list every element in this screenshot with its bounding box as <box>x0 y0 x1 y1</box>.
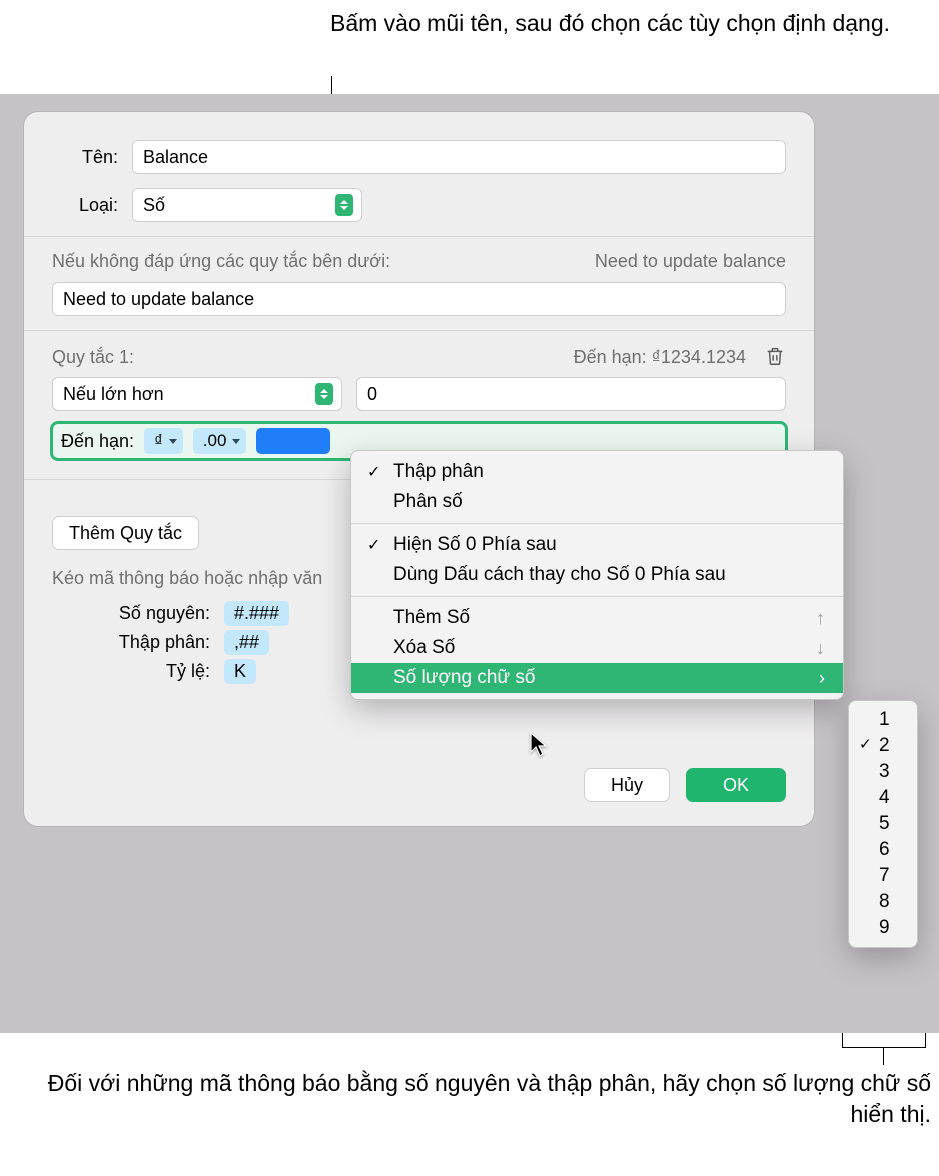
digit-count-submenu: 123456789 <box>848 700 918 948</box>
name-label: Tên: <box>52 147 132 168</box>
currency-token[interactable]: ₫ <box>144 428 183 454</box>
callout-bracket <box>842 1033 924 1061</box>
cursor-icon <box>530 732 550 758</box>
condition-select-value: Nếu lớn hơn <box>63 384 164 405</box>
selected-token[interactable] <box>256 428 330 454</box>
chevron-right-icon: › <box>819 668 825 689</box>
trash-icon[interactable] <box>764 345 786 369</box>
submenu-item-1[interactable]: 1 <box>849 707 917 733</box>
chevron-down-icon <box>232 439 240 444</box>
integer-token[interactable]: #.### <box>224 601 289 626</box>
currency-token-value: ₫ <box>154 431 163 451</box>
type-label: Loại: <box>52 195 132 216</box>
menu-item-remove-digit[interactable]: Xóa Số ↓ <box>351 633 843 663</box>
ok-button[interactable]: OK <box>686 768 786 802</box>
menu-item-add-digit[interactable]: Thêm Số ↑ <box>351 603 843 633</box>
rule-title: Quy tắc 1: <box>52 347 134 368</box>
menu-separator <box>351 523 843 524</box>
type-select-value: Số <box>143 195 165 216</box>
submenu-item-6[interactable]: 6 <box>849 837 917 863</box>
type-select[interactable]: Số <box>132 188 362 222</box>
fallback-preview: Need to update balance <box>595 251 786 272</box>
fallback-label: Nếu không đáp ứng các quy tắc bên dưới: <box>52 251 390 272</box>
decimals-token-value: .00 <box>203 431 227 451</box>
menu-item-decimal[interactable]: Thập phân <box>351 457 843 487</box>
submenu-item-5[interactable]: 5 <box>849 811 917 837</box>
submenu-item-7[interactable]: 7 <box>849 863 917 889</box>
fallback-field[interactable]: Need to update balance <box>52 282 786 316</box>
divider <box>24 330 814 331</box>
cancel-button[interactable]: Hủy <box>584 768 670 802</box>
condition-value-field[interactable]: 0 <box>356 377 786 411</box>
add-rule-button[interactable]: Thêm Quy tắc <box>52 516 199 550</box>
callout-top: Bấm vào mũi tên, sau đó chọn các tùy chọ… <box>330 8 890 39</box>
scale-token-label: Tỷ lệ: <box>24 661 224 682</box>
format-popup-menu: Thập phân Phân số Hiện Số 0 Phía sau Dùn… <box>350 450 844 700</box>
divider <box>24 236 814 237</box>
output-label: Đến hạn: <box>61 431 134 452</box>
chevron-updown-icon <box>335 194 353 216</box>
submenu-item-8[interactable]: 8 <box>849 889 917 915</box>
menu-item-space-zeros[interactable]: Dùng Dấu cách thay cho Số 0 Phía sau <box>351 560 843 590</box>
decimal-token-label: Thập phân: <box>24 632 224 653</box>
chevron-updown-icon <box>315 383 333 405</box>
scale-token[interactable]: K <box>224 659 256 684</box>
condition-select[interactable]: Nếu lớn hơn <box>52 377 342 411</box>
menu-item-digit-count[interactable]: Số lượng chữ số › <box>351 663 843 693</box>
submenu-item-4[interactable]: 4 <box>849 785 917 811</box>
submenu-item-9[interactable]: 9 <box>849 915 917 941</box>
up-arrow-icon: ↑ <box>816 608 825 629</box>
rule-preview: Đến hạn: ₫1234.1234 <box>574 347 746 368</box>
menu-separator <box>351 596 843 597</box>
chevron-down-icon <box>169 439 177 444</box>
menu-item-fraction[interactable]: Phân số <box>351 487 843 517</box>
submenu-item-3[interactable]: 3 <box>849 759 917 785</box>
callout-bottom: Đối với những mã thông báo bằng số nguyê… <box>0 1068 931 1130</box>
menu-item-trailing-zeros[interactable]: Hiện Số 0 Phía sau <box>351 530 843 560</box>
submenu-item-2[interactable]: 2 <box>849 733 917 759</box>
decimal-token[interactable]: ,## <box>224 630 269 655</box>
integer-token-label: Số nguyên: <box>24 603 224 624</box>
name-field[interactable]: Balance <box>132 140 786 174</box>
down-arrow-icon: ↓ <box>816 638 825 659</box>
decimals-token[interactable]: .00 <box>193 428 247 454</box>
